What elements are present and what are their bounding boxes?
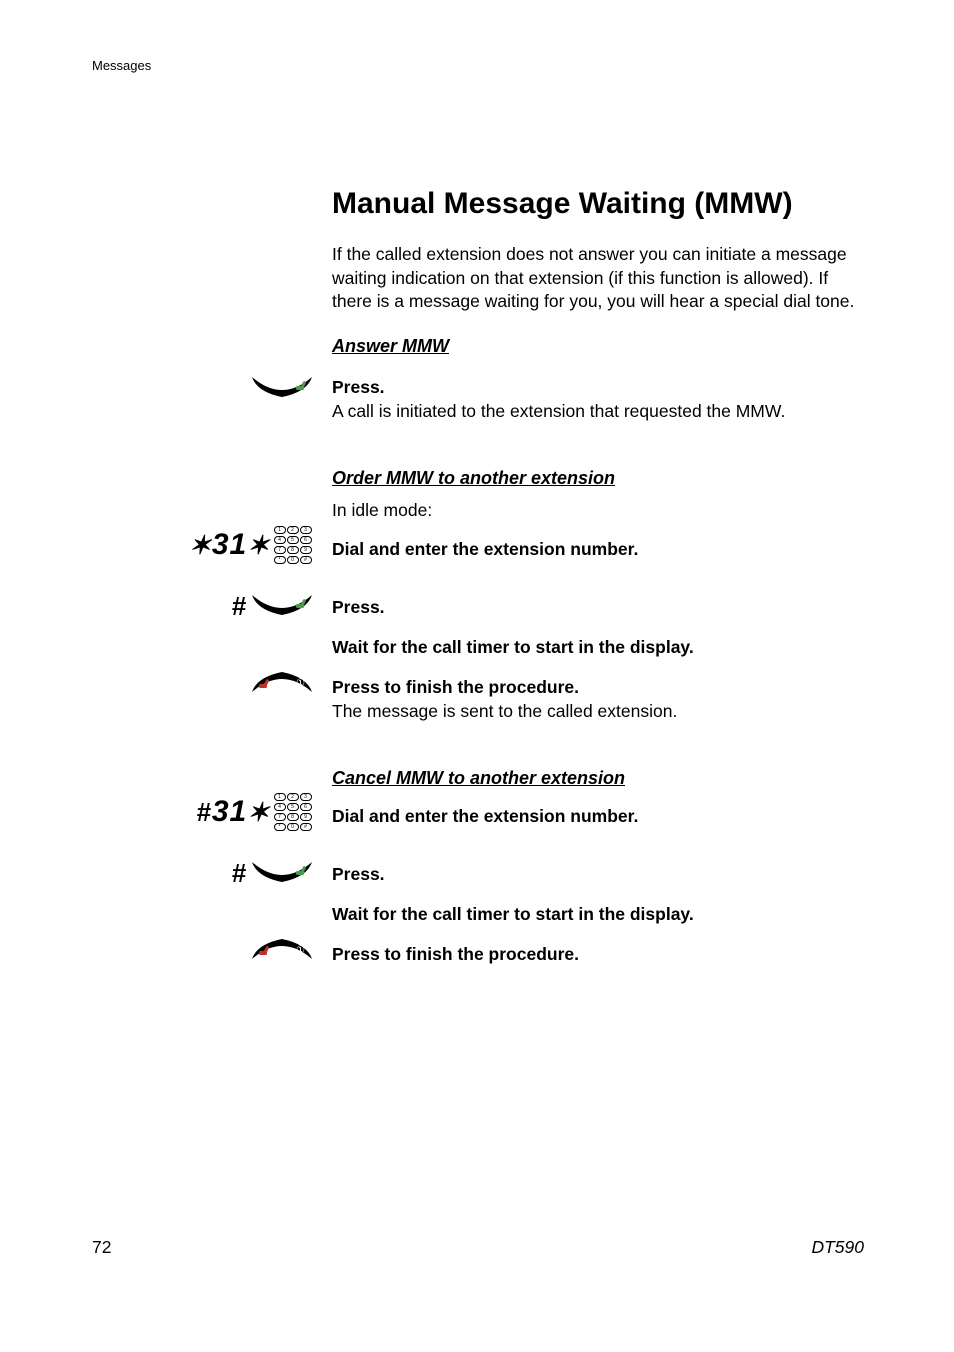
model-label: DT590 xyxy=(811,1237,864,1258)
yes-button-icon xyxy=(252,595,312,617)
order-dial: Dial and enter the extension number. xyxy=(332,538,864,562)
yes-button-icon xyxy=(252,377,312,399)
no-button-icon xyxy=(252,939,312,961)
cancel-wait: Wait for the call timer to start in the … xyxy=(332,903,864,927)
hash-icon: # xyxy=(232,858,246,889)
order-pre: In idle mode: xyxy=(332,499,864,523)
keypad-icon: 123 456 789 *0# xyxy=(274,793,312,832)
heading-order: Order MMW to another extension xyxy=(332,468,864,489)
cancel-dial: Dial and enter the extension number. xyxy=(332,805,864,829)
no-button-icon xyxy=(252,672,312,694)
page-number: 72 xyxy=(92,1237,111,1258)
hash-icon: # xyxy=(232,591,246,622)
cancel-finish: Press to finish the procedure. xyxy=(332,943,864,967)
intro-text: If the called extension does not answer … xyxy=(332,243,864,314)
answer-press: Press. xyxy=(332,376,864,400)
dial-code-order: ✶31✶ 123 456 789 *0# xyxy=(189,526,312,565)
answer-press-detail: A call is initiated to the extension tha… xyxy=(332,400,864,424)
order-finish: Press to finish the procedure. xyxy=(332,676,864,700)
yes-button-icon xyxy=(252,862,312,884)
heading-cancel: Cancel MMW to another extension xyxy=(332,768,864,789)
dial-code-cancel: #31✶ 123 456 789 *0# xyxy=(196,793,312,832)
order-wait: Wait for the call timer to start in the … xyxy=(332,636,864,660)
page-title: Manual Message Waiting (MMW) xyxy=(332,187,864,221)
cancel-press: Press. xyxy=(332,863,864,887)
order-press: Press. xyxy=(332,596,864,620)
keypad-icon: 123 456 789 *0# xyxy=(274,526,312,565)
heading-answer: Answer MMW xyxy=(332,336,864,357)
order-finish-detail: The message is sent to the called extens… xyxy=(332,700,864,724)
page-header: Messages xyxy=(92,58,151,73)
